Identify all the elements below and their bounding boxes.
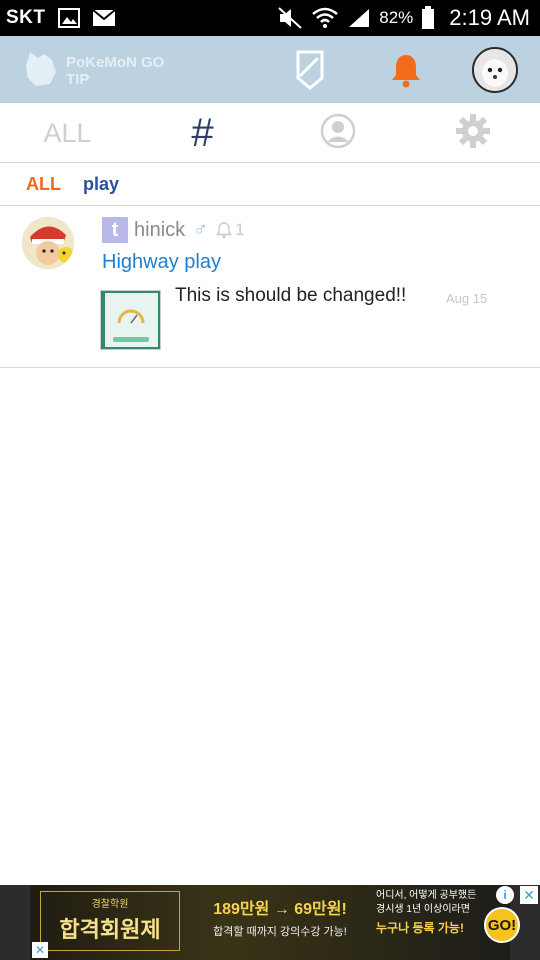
ad-left-big-text: 합격회원제 xyxy=(59,917,161,942)
mute-icon xyxy=(277,6,303,30)
filter-play[interactable]: play xyxy=(83,174,119,195)
bell-outline-icon xyxy=(216,221,232,239)
wifi-icon xyxy=(311,6,339,30)
post-body: This is should be changed!! xyxy=(175,285,407,306)
male-icon: ♂ xyxy=(193,218,209,241)
status-bar: SKT 82% 2:19 AM xyxy=(0,0,540,36)
hashtag-icon: # xyxy=(191,110,214,155)
tab-settings[interactable] xyxy=(405,103,540,163)
tab-profile[interactable] xyxy=(270,103,405,163)
app-screen: SKT 82% 2:19 AM PoKeMoN GO TIP ALL # ALL… xyxy=(0,0,540,960)
ad-left-small-text: 경찰학원 xyxy=(91,899,129,910)
carrier-label: SKT xyxy=(6,7,46,28)
bell-icon[interactable] xyxy=(384,48,428,92)
person-icon xyxy=(320,113,356,154)
battery-percent: 82% xyxy=(379,8,414,27)
post-meta: t hinick ♂ 1 xyxy=(102,217,245,243)
app-logo[interactable]: PoKeMoN GO TIP xyxy=(22,48,186,93)
ad-right-cta: 누구나 등록 가능! xyxy=(376,921,464,935)
app-header: PoKeMoN GO TIP xyxy=(0,36,540,103)
ad-left-block: 경찰학원 합격회원제 xyxy=(40,891,180,951)
like-count: 1 xyxy=(235,220,245,239)
pokemon-silhouette-icon xyxy=(22,48,60,93)
author-name[interactable]: hinick xyxy=(134,219,185,242)
battery-icon xyxy=(421,6,435,30)
tag-filter-bar: ALL play xyxy=(0,164,540,206)
ad-mid-block: 189만원 → 69만원! 합격할 때까지 강의수강 가능! xyxy=(190,895,370,939)
author-avatar[interactable] xyxy=(22,217,74,269)
ad-info-icon[interactable]: i xyxy=(496,886,514,904)
gear-icon xyxy=(455,113,491,154)
filter-all[interactable]: ALL xyxy=(26,174,61,195)
clock: 2:19 AM xyxy=(449,5,530,30)
tag-icon[interactable] xyxy=(288,48,332,92)
app-logo-text: PoKeMoN GO TIP xyxy=(66,53,165,88)
ad-price-subtext: 합격할 때까지 강의수강 가능! xyxy=(213,926,347,938)
gallery-icon xyxy=(57,8,80,28)
ad-price-text: 189만원 → 69만원! xyxy=(213,901,347,918)
tab-bar: ALL # xyxy=(0,103,540,163)
signal-icon xyxy=(347,7,371,29)
post-date: Aug 15 xyxy=(446,291,488,306)
ad-right-block: 어디서, 어떻게 공부했든 경시생 1년 이상이라면 누구나 등록 가능! xyxy=(376,889,482,936)
ad-close-icon[interactable]: ✕ xyxy=(520,886,538,904)
list-item[interactable]: t hinick ♂ 1 Highway play This is should… xyxy=(0,207,540,368)
post-title[interactable]: Highway play xyxy=(102,251,221,274)
author-badge: t xyxy=(102,217,128,243)
ad-close-left-icon[interactable]: ✕ xyxy=(32,942,48,958)
mail-icon xyxy=(91,9,116,27)
ad-banner[interactable]: 경찰학원 합격회원제 189만원 → 69만원! 합격할 때까지 강의수강 가능… xyxy=(0,885,540,960)
tab-hashtag[interactable]: # xyxy=(135,103,270,163)
tab-all-label: ALL xyxy=(43,117,92,148)
ad-content[interactable]: 경찰학원 합격회원제 189만원 → 69만원! 합격할 때까지 강의수강 가능… xyxy=(30,885,538,960)
ad-right-line-2: 경시생 1년 이상이라면 xyxy=(376,904,470,915)
post-thumbnail[interactable] xyxy=(100,290,161,350)
ad-go-button[interactable]: GO! xyxy=(484,907,520,943)
profile-avatar[interactable] xyxy=(472,47,518,93)
ad-right-line-1: 어디서, 어떻게 공부했든 xyxy=(376,890,477,901)
tab-all[interactable]: ALL xyxy=(0,103,135,163)
